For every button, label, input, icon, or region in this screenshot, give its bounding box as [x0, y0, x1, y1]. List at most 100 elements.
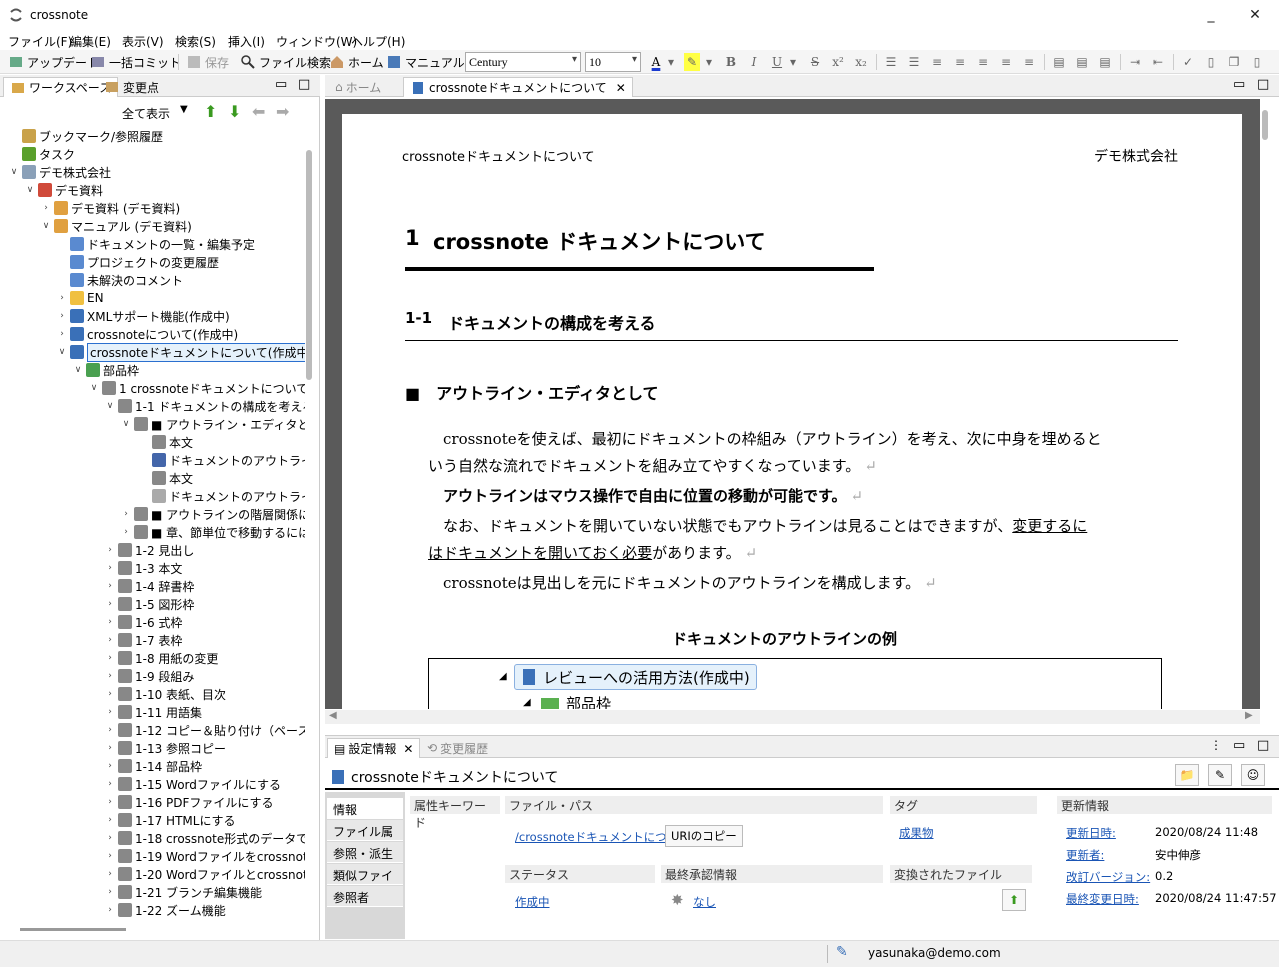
chevron-right-icon[interactable]: › — [104, 617, 116, 627]
chevron-down-icon[interactable]: ▾ — [704, 53, 714, 71]
menu-file[interactable]: ファイル(F) — [8, 33, 72, 50]
menu-dots-icon[interactable]: ⋮ — [1210, 738, 1222, 752]
chevron-right-icon[interactable]: › — [104, 887, 116, 897]
tree-item[interactable]: タスク — [8, 145, 75, 163]
commit-button[interactable]: 一括コミット — [90, 53, 181, 71]
tree-item[interactable]: › 1-21 ブランチ編集機能 — [104, 883, 262, 901]
menu-help[interactable]: ヘルプ(H) — [351, 33, 405, 50]
tree-item[interactable]: › 1-5 図形枠 — [104, 595, 194, 613]
minimize-pane-icon[interactable]: ▭ — [275, 77, 287, 92]
align-center-icon[interactable]: ≡ — [951, 53, 969, 71]
tree-item[interactable]: › デモ資料 (デモ資料) — [40, 199, 180, 217]
tree-item[interactable]: ∨ 1-1 ドキュメントの構成を考える — [104, 397, 305, 415]
distribute-icon[interactable]: ≡ — [1020, 53, 1038, 71]
copy-icon[interactable]: ❐ — [1225, 53, 1243, 71]
scroll-left-icon[interactable]: ◀ — [329, 710, 337, 721]
outdent-icon[interactable]: ⇤ — [1149, 53, 1167, 71]
side-tab-info[interactable]: 情報 — [327, 798, 403, 819]
menu-insert[interactable]: 挿入(I) — [228, 33, 265, 50]
layout-3-icon[interactable]: ▤ — [1096, 53, 1114, 71]
arrow-down-icon[interactable]: ⬇ — [228, 102, 241, 121]
chevron-right-icon[interactable]: › — [104, 869, 116, 879]
chevron-right-icon[interactable]: › — [104, 797, 116, 807]
close-icon[interactable]: ✕ — [616, 81, 626, 95]
document-viewport[interactable]: crossnoteドキュメントについて デモ株式会社 1 crossnote ド… — [325, 99, 1260, 709]
chevron-right-icon[interactable]: › — [104, 743, 116, 753]
editor-vscrollbar[interactable] — [1262, 110, 1268, 140]
layout-2-icon[interactable]: ▤ — [1073, 53, 1091, 71]
tab-home[interactable]: ⌂ ホーム — [329, 77, 387, 97]
arrow-right-icon[interactable]: ➡ — [276, 102, 289, 121]
status-link[interactable]: 作成中 — [515, 894, 550, 910]
chevron-right-icon[interactable]: › — [120, 527, 132, 537]
chevron-right-icon[interactable]: › — [104, 689, 116, 699]
chevron-right-icon[interactable]: › — [104, 635, 116, 645]
arrow-left-icon[interactable]: ⬅ — [252, 102, 265, 121]
tree-item[interactable]: › ■ 章、節単位で移動するには — [120, 523, 305, 541]
user-action-icon[interactable]: ☺ — [1241, 764, 1265, 786]
tree-item[interactable]: プロジェクトの変更履歴 — [56, 253, 219, 271]
indent-icon[interactable]: ⇥ — [1126, 53, 1144, 71]
menu-search[interactable]: 検索(S) — [175, 33, 216, 50]
arrow-up-icon[interactable]: ⬆ — [204, 102, 217, 121]
tree-item[interactable]: › 1-20 Wordファイルとcrossnoteの — [104, 865, 305, 883]
tab-document[interactable]: crossnoteドキュメントについて ✕ — [403, 77, 633, 97]
chevron-down-icon[interactable]: ∨ — [56, 347, 68, 357]
chevron-right-icon[interactable]: › — [104, 581, 116, 591]
chevron-right-icon[interactable]: › — [104, 545, 116, 555]
minimize-pane-icon[interactable]: ▭ — [1233, 738, 1245, 753]
chevron-down-icon[interactable]: ∨ — [88, 383, 100, 393]
underline-button[interactable]: U — [768, 53, 786, 71]
close-icon[interactable]: ✕ — [403, 742, 413, 756]
numbered-list-icon[interactable]: ☰ — [905, 53, 923, 71]
tree-item[interactable]: › 1-13 参照コピー — [104, 739, 226, 757]
chevron-right-icon[interactable]: › — [56, 311, 68, 321]
italic-button[interactable]: I — [745, 53, 763, 71]
tree-item[interactable]: › 1-15 Wordファイルにする — [104, 775, 281, 793]
chevron-down-icon[interactable]: ▾ — [788, 53, 798, 71]
menu-view[interactable]: 表示(V) — [122, 33, 164, 50]
tab-changes[interactable]: 変更点 — [98, 77, 165, 97]
layout-1-icon[interactable]: ▤ — [1050, 53, 1068, 71]
chevron-right-icon[interactable]: › — [104, 815, 116, 825]
align-right-icon[interactable]: ≡ — [974, 53, 992, 71]
subscript-button[interactable]: x₂ — [852, 53, 870, 71]
chevron-right-icon[interactable]: › — [104, 833, 116, 843]
update-label-1[interactable]: 更新者: — [1066, 847, 1104, 863]
minimize-pane-icon[interactable]: ▭ — [1233, 77, 1245, 92]
chevron-down-icon[interactable]: ∨ — [40, 221, 52, 231]
highlight-icon[interactable]: ✎ — [684, 53, 700, 71]
tag-link[interactable]: 成果物 — [899, 825, 934, 841]
tree-item[interactable]: › 1-2 見出し — [104, 541, 194, 559]
tree-item[interactable]: › 1-3 本文 — [104, 559, 182, 577]
chevron-right-icon[interactable]: › — [104, 599, 116, 609]
tree-item[interactable]: 本文 — [138, 433, 193, 451]
tree-item[interactable]: › crossnoteについて(作成中) — [56, 325, 238, 343]
tree-item[interactable]: › 1-7 表枠 — [104, 631, 182, 649]
chevron-right-icon[interactable]: › — [104, 851, 116, 861]
side-tab-similar[interactable]: 類似ファイル — [327, 864, 403, 900]
chevron-right-icon[interactable]: › — [56, 329, 68, 339]
tree-item[interactable]: › 1-6 式枠 — [104, 613, 182, 631]
bullet-list-icon[interactable]: ☰ — [882, 53, 900, 71]
save-button[interactable]: 保存 — [186, 53, 229, 71]
tree-item[interactable]: ブックマーク/参照履歴 — [8, 127, 163, 145]
font-size-select[interactable]: 10 ▾ — [585, 52, 641, 72]
tree-item[interactable]: ∨ マニュアル (デモ資料) — [40, 217, 192, 235]
more-icon[interactable]: ▯ — [1248, 53, 1266, 71]
tree-item[interactable]: ドキュメントのアウトラインのア — [138, 487, 305, 505]
chevron-right-icon[interactable]: › — [104, 707, 116, 717]
chevron-right-icon[interactable]: › — [104, 563, 116, 573]
chevron-down-icon[interactable]: ∨ — [104, 401, 116, 411]
close-icon[interactable]: ✕ — [1240, 4, 1270, 26]
chevron-right-icon[interactable]: › — [104, 671, 116, 681]
tree-item[interactable]: ∨ 1 crossnoteドキュメントについて — [88, 379, 305, 397]
tree-item[interactable]: › EN — [56, 289, 104, 307]
maximize-pane-icon[interactable]: □ — [298, 77, 310, 92]
font-color-icon[interactable]: A — [647, 53, 665, 71]
tree-item[interactable]: › 1-17 HTMLにする — [104, 811, 236, 829]
font-family-select[interactable]: Century ▾ — [465, 52, 581, 72]
tree-item[interactable]: › 1-19 Wordファイルをcrossnoteド — [104, 847, 305, 865]
tab-settings[interactable]: ▤ 設定情報 ✕ — [327, 738, 421, 758]
tree-item[interactable]: › 1-8 用紙の変更 — [104, 649, 218, 667]
